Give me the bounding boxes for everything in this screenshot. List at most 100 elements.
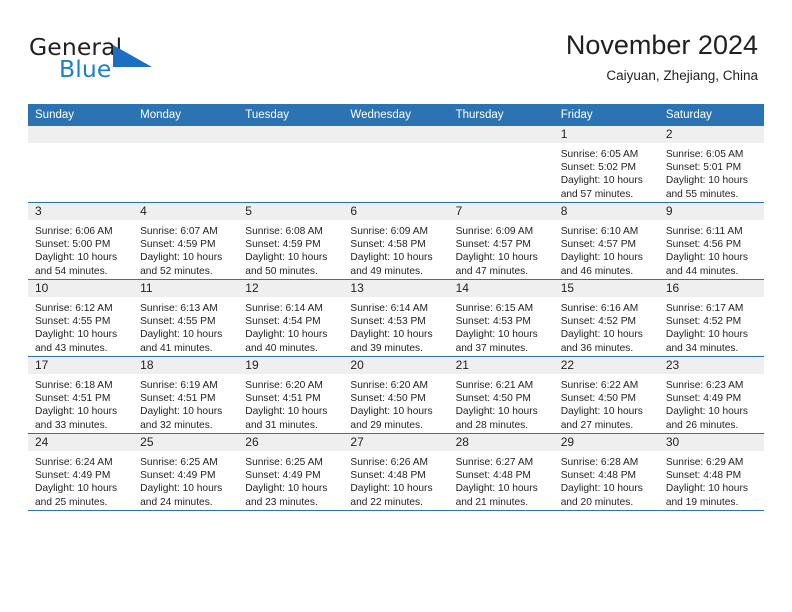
day-details: Sunrise: 6:14 AM Sunset: 4:53 PM Daylight:… — [343, 297, 448, 355]
calendar-week-row: 1 Sunrise: 6:05 AM Sunset: 5:02 PM Daylight… — [28, 126, 764, 203]
calendar-week-row: 24 Sunrise: 6:24 AM Sunset: 4:49 PM Dayligh… — [28, 433, 764, 511]
calendar-week-row: 17 Sunrise: 6:18 AM Sunset: 4:51 PM Dayligh… — [28, 356, 764, 434]
calendar-week-row: 3 Sunrise: 6:06 AM Sunset: 5:00 PM Daylight… — [28, 202, 764, 280]
sunset-text: Sunset: 4:58 PM — [350, 239, 426, 251]
calendar-day-cell[interactable]: 5 Sunrise: 6:08 AM Sunset: 4:59 PM Daylight… — [238, 202, 344, 280]
sunrise-text: Sunrise: 6:23 AM — [665, 380, 744, 391]
calendar-table: Sunday Monday Tuesday Wednesday Thursday… — [28, 104, 764, 511]
sunset-text: Sunset: 4:48 PM — [665, 470, 742, 482]
weekday-header-tuesday: Tuesday — [238, 104, 344, 126]
sunset-text: Sunset: 4:59 PM — [140, 239, 216, 251]
calendar-day-cell[interactable]: 8 Sunrise: 6:10 AM Sunset: 4:57 PM Daylight… — [553, 202, 659, 280]
calendar-day-cell[interactable]: 26 Sunrise: 6:25 AM Sunset: 4:49 PM Dayligh… — [238, 433, 344, 511]
day-details: Sunrise: 6:19 AM Sunset: 4:51 PM Daylight:… — [133, 374, 238, 432]
sunrise-text: Sunrise: 6:10 AM — [560, 226, 639, 237]
daylight-text-line2: and 34 minutes. — [665, 342, 739, 354]
day-details: Sunrise: 6:18 AM Sunset: 4:51 PM Daylight:… — [28, 374, 133, 432]
calendar-day-cell[interactable]: 27 Sunrise: 6:26 AM Sunset: 4:48 PM Dayligh… — [343, 433, 449, 511]
sunrise-text: Sunrise: 6:27 AM — [455, 457, 534, 468]
daylight-text-line2: and 55 minutes. — [665, 188, 739, 200]
calendar-day-cell[interactable]: 6 Sunrise: 6:09 AM Sunset: 4:58 PM Daylight… — [343, 202, 449, 280]
daylight-text-line2: and 25 minutes. — [35, 496, 108, 508]
daylight-text-line1: Daylight: 10 hours — [455, 483, 538, 495]
daylight-text-line1: Daylight: 10 hours — [245, 329, 328, 341]
day-number: 30 — [658, 434, 764, 451]
calendar-day-cell[interactable]: 29 Sunrise: 6:28 AM Sunset: 4:48 PM Dayligh… — [553, 433, 659, 511]
daylight-text-line1: Daylight: 10 hours — [665, 406, 748, 418]
day-details: Sunrise: 6:09 AM Sunset: 4:57 PM Daylight:… — [449, 220, 554, 278]
calendar-day-cell[interactable]: 28 Sunrise: 6:27 AM Sunset: 4:48 PM Dayligh… — [448, 433, 554, 511]
sunset-text: Sunset: 5:01 PM — [665, 162, 742, 174]
calendar-week-row: 10 Sunrise: 6:12 AM Sunset: 4:55 PM Dayligh… — [28, 279, 764, 357]
daylight-text-line2: and 29 minutes. — [350, 419, 423, 431]
daylight-text-line1: Daylight: 10 hours — [350, 483, 433, 495]
daylight-text-line2: and 49 minutes. — [350, 265, 423, 277]
daylight-text-line1: Daylight: 10 hours — [140, 483, 223, 495]
day-details: Sunrise: 6:21 AM Sunset: 4:50 PM Daylight:… — [449, 374, 554, 432]
calendar-day-cell[interactable]: 13 Sunrise: 6:14 AM Sunset: 4:53 PM Dayligh… — [343, 279, 449, 357]
weekday-header-thursday: Thursday — [448, 104, 554, 126]
calendar-day-cell[interactable]: 20 Sunrise: 6:20 AM Sunset: 4:50 PM Dayligh… — [343, 356, 449, 434]
daylight-text-line2: and 44 minutes. — [665, 265, 739, 277]
daylight-text-line2: and 33 minutes. — [35, 419, 108, 431]
calendar-day-cell[interactable]: 19 Sunrise: 6:20 AM Sunset: 4:51 PM Dayligh… — [238, 356, 344, 434]
calendar-day-cell[interactable]: 3 Sunrise: 6:06 AM Sunset: 5:00 PM Daylight… — [28, 202, 134, 280]
day-number: 10 — [28, 280, 134, 297]
calendar-day-cell[interactable]: 1 Sunrise: 6:05 AM Sunset: 5:02 PM Daylight… — [553, 126, 659, 203]
sunrise-text: Sunrise: 6:25 AM — [140, 457, 218, 468]
weekday-header-monday: Monday — [133, 104, 239, 126]
day-details: Sunrise: 6:20 AM Sunset: 4:50 PM Daylight:… — [343, 374, 448, 432]
day-number — [28, 126, 134, 143]
calendar-day-cell[interactable]: 7 Sunrise: 6:09 AM Sunset: 4:57 PM Daylight… — [448, 202, 554, 280]
weekday-header-row: Sunday Monday Tuesday Wednesday Thursday… — [28, 104, 764, 126]
sunrise-text: Sunrise: 6:05 AM — [560, 149, 639, 160]
day-number: 3 — [28, 203, 134, 220]
day-details: Sunrise: 6:05 AM Sunset: 5:02 PM Daylight:… — [554, 143, 659, 201]
daylight-text-line1: Daylight: 10 hours — [350, 329, 433, 341]
calendar-day-cell[interactable]: 25 Sunrise: 6:25 AM Sunset: 4:49 PM Dayligh… — [133, 433, 239, 511]
calendar-day-cell[interactable]: 12 Sunrise: 6:14 AM Sunset: 4:54 PM Dayligh… — [238, 279, 344, 357]
sunrise-text: Sunrise: 6:19 AM — [140, 380, 218, 391]
sunset-text: Sunset: 4:48 PM — [455, 470, 531, 482]
calendar-day-cell[interactable]: 14 Sunrise: 6:15 AM Sunset: 4:53 PM Dayligh… — [448, 279, 554, 357]
calendar-day-cell[interactable]: 18 Sunrise: 6:19 AM Sunset: 4:51 PM Dayligh… — [133, 356, 239, 434]
calendar-day-cell[interactable]: 30 Sunrise: 6:29 AM Sunset: 4:48 PM Dayligh… — [658, 433, 764, 511]
calendar-day-cell[interactable]: 16 Sunrise: 6:17 AM Sunset: 4:52 PM Dayligh… — [658, 279, 764, 357]
weekday-header-sunday: Sunday — [28, 104, 134, 126]
sunset-text: Sunset: 4:53 PM — [455, 316, 531, 328]
sunrise-text: Sunrise: 6:24 AM — [35, 457, 113, 468]
calendar-day-cell[interactable]: 24 Sunrise: 6:24 AM Sunset: 4:49 PM Dayligh… — [28, 433, 134, 511]
day-number: 16 — [658, 280, 764, 297]
sunset-text: Sunset: 4:49 PM — [245, 470, 321, 482]
calendar-day-cell[interactable]: 9 Sunrise: 6:11 AM Sunset: 4:56 PM Daylight… — [658, 202, 764, 280]
calendar-day-cell[interactable]: 15 Sunrise: 6:16 AM Sunset: 4:52 PM Dayligh… — [553, 279, 659, 357]
calendar-day-cell[interactable]: 2 Sunrise: 6:05 AM Sunset: 5:01 PM Daylight… — [658, 126, 764, 203]
sunset-text: Sunset: 4:56 PM — [665, 239, 742, 251]
daylight-text-line2: and 39 minutes. — [350, 342, 423, 354]
calendar-page: General Blue November 2024 Caiyuan, Zhej… — [0, 0, 792, 612]
calendar-day-cell[interactable]: 23 Sunrise: 6:23 AM Sunset: 4:49 PM Dayligh… — [658, 356, 764, 434]
sunset-text: Sunset: 4:54 PM — [245, 316, 321, 328]
calendar-day-cell[interactable]: 21 Sunrise: 6:21 AM Sunset: 4:50 PM Dayligh… — [448, 356, 554, 434]
calendar-day-cell[interactable]: 17 Sunrise: 6:18 AM Sunset: 4:51 PM Dayligh… — [28, 356, 134, 434]
day-number: 29 — [553, 434, 659, 451]
day-number: 14 — [448, 280, 554, 297]
calendar-day-cell[interactable]: 10 Sunrise: 6:12 AM Sunset: 4:55 PM Dayligh… — [28, 279, 134, 357]
sunrise-text: Sunrise: 6:07 AM — [140, 226, 218, 237]
day-details: Sunrise: 6:28 AM Sunset: 4:48 PM Daylight:… — [554, 451, 659, 509]
daylight-text-line1: Daylight: 10 hours — [665, 175, 748, 187]
daylight-text-line2: and 23 minutes. — [245, 496, 318, 508]
calendar-day-cell[interactable]: 22 Sunrise: 6:22 AM Sunset: 4:50 PM Dayligh… — [553, 356, 659, 434]
brand-logo[interactable]: General Blue — [29, 33, 209, 85]
daylight-text-line1: Daylight: 10 hours — [560, 483, 643, 495]
sunset-text: Sunset: 4:53 PM — [350, 316, 426, 328]
sunset-text: Sunset: 4:52 PM — [560, 316, 637, 328]
sunset-text: Sunset: 4:57 PM — [455, 239, 531, 251]
sunrise-text: Sunrise: 6:18 AM — [35, 380, 113, 391]
daylight-text-line1: Daylight: 10 hours — [245, 483, 328, 495]
calendar-day-cell[interactable]: 11 Sunrise: 6:13 AM Sunset: 4:55 PM Dayligh… — [133, 279, 239, 357]
day-number: 15 — [553, 280, 659, 297]
daylight-text-line2: and 46 minutes. — [560, 265, 634, 277]
calendar-day-cell[interactable]: 4 Sunrise: 6:07 AM Sunset: 4:59 PM Daylight… — [133, 202, 239, 280]
day-details: Sunrise: 6:16 AM Sunset: 4:52 PM Daylight:… — [554, 297, 659, 355]
